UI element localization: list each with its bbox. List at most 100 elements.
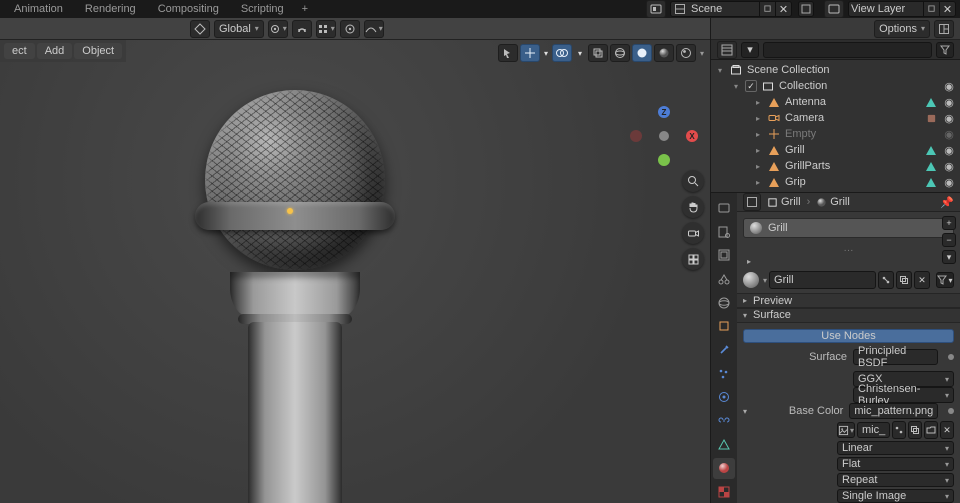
image-open-button[interactable] bbox=[924, 421, 938, 439]
outliner-display-mode[interactable]: ▾ bbox=[741, 42, 759, 58]
image-unlink-button[interactable]: ✕ bbox=[940, 421, 954, 439]
image-copy-button[interactable] bbox=[908, 421, 922, 439]
disclosure-icon[interactable]: ▸ bbox=[753, 146, 763, 155]
add-workspace-button[interactable]: + bbox=[296, 1, 314, 17]
outliner-item-antenna[interactable]: ▸ Antenna ◉ bbox=[711, 94, 960, 110]
scene-name-input[interactable] bbox=[689, 2, 759, 16]
browse-viewlayer-icon[interactable] bbox=[824, 0, 844, 18]
shading-matprev[interactable] bbox=[654, 44, 674, 62]
visibility-toggle[interactable]: ◉ bbox=[942, 176, 956, 189]
scene-field[interactable]: ✕ bbox=[670, 1, 792, 17]
viewport-3d[interactable]: ect Add Object ▾ ▾ ▾ Z X bbox=[0, 40, 710, 503]
outliner-item-grip[interactable]: ▸ Grip ◉ bbox=[711, 174, 960, 190]
surface-shader-dropdown[interactable]: Principled BSDF bbox=[853, 349, 938, 365]
snap-element-dropdown[interactable]: ▾ bbox=[316, 20, 336, 38]
orientation-icon[interactable] bbox=[190, 20, 210, 38]
select-menu[interactable]: ect bbox=[4, 43, 35, 59]
prop-tab-world[interactable] bbox=[713, 292, 735, 314]
prop-tab-viewlayer[interactable] bbox=[713, 244, 735, 266]
shading-wireframe[interactable] bbox=[610, 44, 630, 62]
breadcrumb-object[interactable]: Grill bbox=[767, 196, 801, 208]
add-menu[interactable]: Add bbox=[37, 43, 73, 59]
basecolor-texture-dropdown[interactable]: mic_pattern.png bbox=[849, 403, 938, 419]
scene-pin-button[interactable] bbox=[759, 2, 775, 16]
visibility-toggle[interactable]: ◉ bbox=[942, 128, 956, 141]
prop-tab-data[interactable] bbox=[713, 434, 735, 456]
slot-remove-button[interactable]: − bbox=[942, 233, 956, 247]
disclosure-icon[interactable]: ▸ bbox=[753, 162, 763, 171]
material-browse-button[interactable] bbox=[743, 272, 759, 288]
scene-delete-button[interactable]: ✕ bbox=[775, 2, 791, 16]
axis-x[interactable]: X bbox=[686, 130, 698, 142]
prop-tab-physics[interactable] bbox=[713, 387, 735, 409]
tab-scripting[interactable]: Scripting bbox=[231, 1, 294, 17]
tab-rendering[interactable]: Rendering bbox=[75, 1, 146, 17]
section-surface[interactable]: ▾Surface bbox=[737, 308, 960, 323]
outliner-search[interactable] bbox=[763, 42, 932, 58]
properties-editor-icon[interactable] bbox=[743, 193, 761, 211]
material-nodes-icon[interactable] bbox=[878, 271, 894, 289]
editor-type-button[interactable] bbox=[934, 20, 954, 38]
interpolation-dropdown[interactable]: Linear▾ bbox=[837, 441, 954, 455]
outliner-editor-icon[interactable] bbox=[717, 41, 737, 59]
zoom-tool[interactable] bbox=[682, 170, 704, 192]
subsurface-method-dropdown[interactable]: Christensen-Burley▾ bbox=[853, 387, 954, 403]
outliner[interactable]: ▾ Scene Collection ▾ Collection ◉ ▸ Ante… bbox=[711, 60, 960, 192]
nav-gizmo[interactable]: Z X bbox=[636, 108, 692, 164]
browse-scene-icon[interactable] bbox=[646, 0, 666, 18]
prop-tab-material[interactable] bbox=[713, 458, 735, 480]
outliner-item-grill[interactable]: ▸ Grill ◉ bbox=[711, 142, 960, 158]
extension-dropdown[interactable]: Repeat▾ bbox=[837, 473, 954, 487]
perspective-toggle-tool[interactable] bbox=[682, 248, 704, 270]
outliner-item-grillparts[interactable]: ▸ GrillParts ◉ bbox=[711, 158, 960, 174]
object-menu[interactable]: Object bbox=[74, 43, 122, 59]
section-preview[interactable]: ▸Preview bbox=[737, 293, 960, 308]
nav-gizmo-center[interactable] bbox=[659, 131, 669, 141]
prop-tab-modifiers[interactable] bbox=[713, 339, 735, 361]
visibility-toggle[interactable]: ◉ bbox=[942, 80, 956, 93]
tab-animation[interactable]: Animation bbox=[4, 1, 73, 17]
viewlayer-field[interactable]: ✕ bbox=[848, 1, 956, 17]
disclosure-icon[interactable]: ▾ bbox=[731, 82, 741, 91]
visibility-toggle[interactable]: ◉ bbox=[942, 112, 956, 125]
viewlayer-name-input[interactable] bbox=[849, 2, 923, 16]
camera-view-tool[interactable] bbox=[682, 222, 704, 244]
material-copy-button[interactable] bbox=[896, 271, 912, 289]
viewlayer-pin-button[interactable] bbox=[923, 2, 939, 16]
snap-toggle[interactable] bbox=[292, 20, 312, 38]
prop-tab-constraints[interactable] bbox=[713, 410, 735, 432]
visibility-toggle[interactable]: ◉ bbox=[942, 144, 956, 157]
prop-tab-texture[interactable] bbox=[713, 481, 735, 503]
image-browse-button[interactable]: ▾ bbox=[837, 422, 855, 438]
collection-enable-checkbox[interactable] bbox=[745, 80, 757, 92]
prop-tab-object[interactable] bbox=[713, 315, 735, 337]
tab-compositing[interactable]: Compositing bbox=[148, 1, 229, 17]
shading-solid[interactable] bbox=[632, 44, 652, 62]
orientation-dropdown[interactable]: Global ▾ bbox=[214, 20, 264, 38]
disclosure-icon[interactable]: ▾ bbox=[715, 66, 725, 75]
new-scene-button[interactable] bbox=[798, 1, 814, 17]
slot-add-button[interactable]: + bbox=[942, 216, 956, 230]
outliner-filter[interactable] bbox=[936, 42, 954, 58]
shading-rendered[interactable] bbox=[676, 44, 696, 62]
xray-toggle[interactable] bbox=[588, 44, 608, 62]
outliner-item-camera[interactable]: ▸ Camera ◉ bbox=[711, 110, 960, 126]
material-filter[interactable]: ▾ bbox=[936, 272, 954, 288]
material-slot[interactable]: Grill bbox=[743, 218, 954, 238]
axis-neg-x[interactable] bbox=[630, 130, 642, 142]
outliner-item-empty[interactable]: ▸ Empty ◉ bbox=[711, 126, 960, 142]
disclosure-icon[interactable]: ▸ bbox=[753, 130, 763, 139]
node-socket-icon[interactable] bbox=[948, 354, 954, 360]
pin-icon[interactable]: 📌 bbox=[940, 196, 954, 209]
expand-icon[interactable]: ▾ bbox=[743, 407, 751, 416]
prop-tab-particles[interactable] bbox=[713, 363, 735, 385]
pan-tool[interactable] bbox=[682, 196, 704, 218]
breadcrumb-material[interactable]: Grill bbox=[816, 196, 850, 208]
use-nodes-button[interactable]: Use Nodes bbox=[743, 329, 954, 344]
proportional-edit-toggle[interactable] bbox=[340, 20, 360, 38]
projection-dropdown[interactable]: Flat▾ bbox=[837, 457, 954, 471]
node-socket-icon[interactable] bbox=[948, 408, 954, 414]
outliner-collection[interactable]: ▾ Collection ◉ bbox=[711, 78, 960, 94]
slot-scrollbar[interactable]: ··· bbox=[737, 244, 960, 257]
source-dropdown[interactable]: Single Image▾ bbox=[837, 489, 954, 503]
